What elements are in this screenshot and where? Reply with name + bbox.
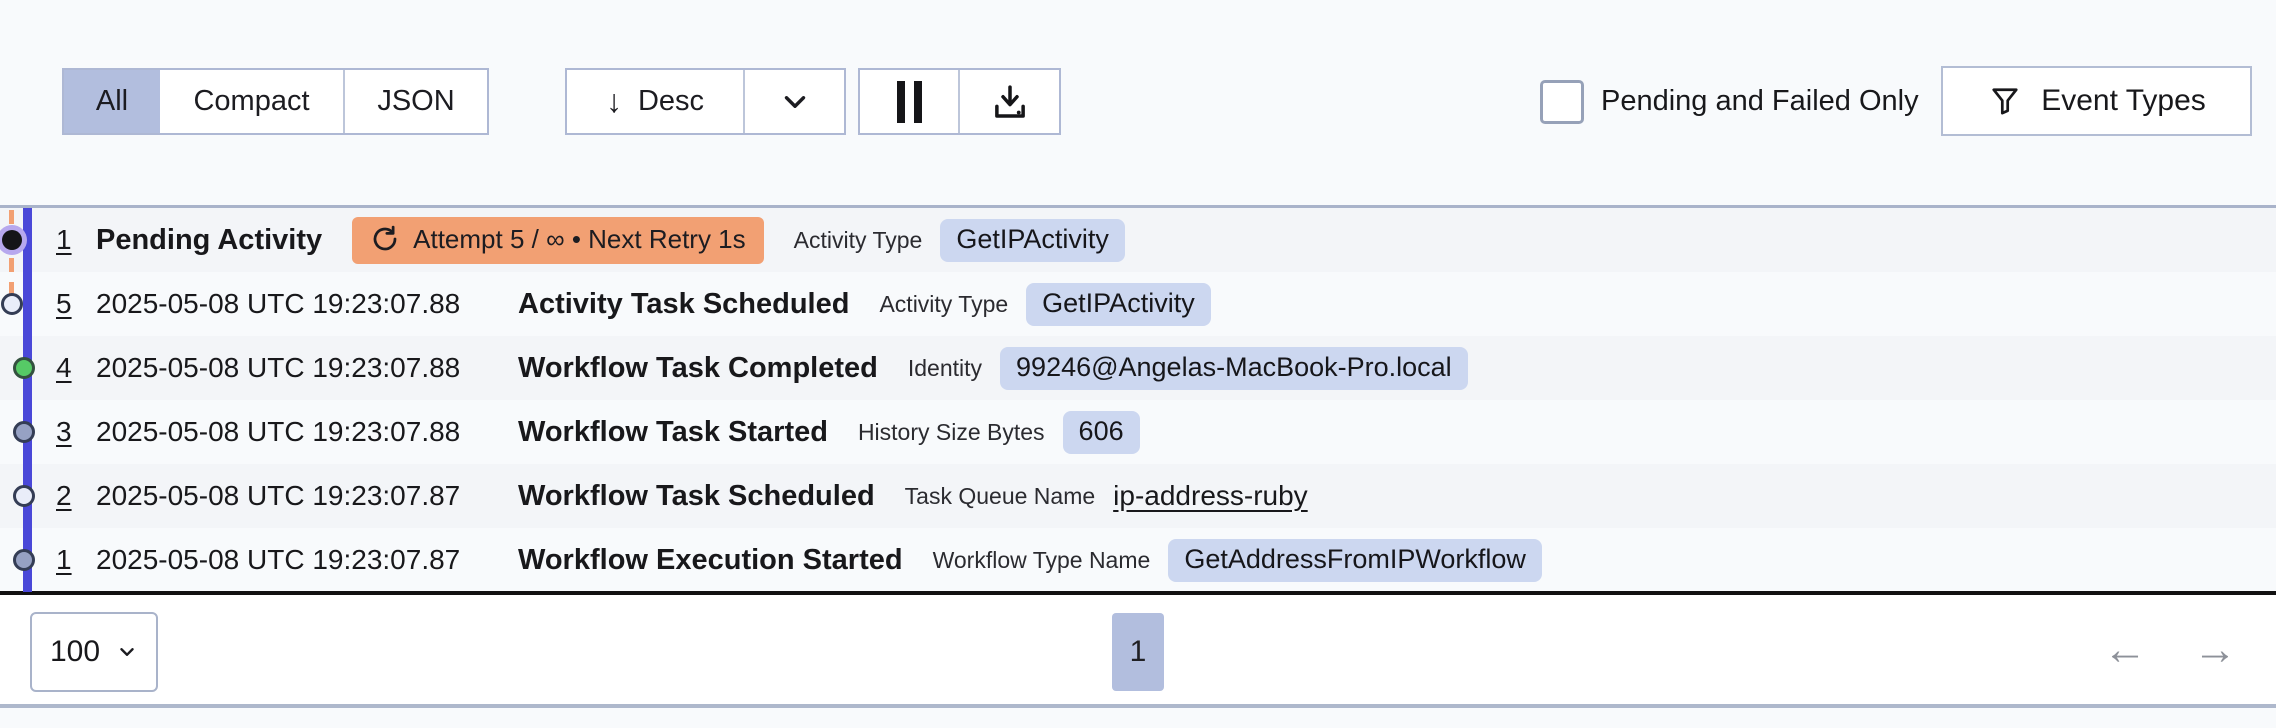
event-history-list: 1 Pending Activity Attempt 5 / ∞ • Next … [0, 208, 2276, 592]
sort-options-dropdown[interactable] [745, 70, 844, 133]
retry-attempt-text: Attempt 5 / ∞ • Next Retry 1s [413, 223, 746, 254]
event-time: 2025-05-08 UTC 19:23:07.87 [96, 480, 461, 511]
timeline-dot-pending [2, 230, 22, 250]
event-name: Workflow Task Completed [518, 351, 878, 384]
tab-json[interactable]: JSON [345, 70, 487, 133]
event-name: Pending Activity [96, 223, 323, 256]
sort-desc-button[interactable]: ↓ Desc [567, 70, 745, 133]
event-history-panel: All Compact JSON ↓ Desc Pending and Fail… [0, 0, 2276, 728]
page-background-strip [0, 708, 2276, 728]
event-name: Workflow Task Started [518, 415, 828, 448]
timeline-dot-started [13, 549, 35, 571]
funnel-icon [1992, 88, 2018, 115]
attribute-label: Task Queue Name [904, 482, 1096, 509]
page-size-value: 100 [49, 635, 101, 668]
attribute-value-badge: 606 [1062, 410, 1140, 454]
pending-failed-checkbox[interactable] [1540, 80, 1584, 124]
event-name: Activity Task Scheduled [518, 287, 850, 320]
event-row[interactable]: 2 2025-05-08 UTC 19:23:07.87 Workflow Ta… [0, 464, 2276, 528]
pause-icon [896, 80, 922, 123]
attribute-value-badge: GetAddressFromIPWorkflow [1168, 538, 1542, 582]
pause-button[interactable] [860, 70, 960, 133]
timeline-dot-scheduled [13, 485, 35, 507]
attribute-label: Activity Type [879, 290, 1009, 317]
event-time: 2025-05-08 UTC 19:23:07.88 [96, 416, 461, 447]
next-page-button[interactable]: → [2180, 595, 2250, 704]
retry-attempt-badge: Attempt 5 / ∞ • Next Retry 1s [352, 216, 764, 264]
attribute-label: Workflow Type Name [932, 546, 1151, 573]
attribute-value-badge: GetIPActivity [1026, 282, 1211, 326]
event-name: Workflow Task Scheduled [518, 479, 875, 512]
event-types-filter-button[interactable]: Event Types [1941, 66, 2252, 136]
timeline-dot-completed [13, 357, 35, 379]
event-time: 2025-05-08 UTC 19:23:07.88 [96, 288, 461, 319]
event-id-link[interactable]: 5 [56, 288, 82, 320]
event-id-link[interactable]: 2 [56, 480, 82, 512]
tab-all[interactable]: All [64, 70, 160, 133]
event-row[interactable]: 1 2025-05-08 UTC 19:23:07.87 Workflow Ex… [0, 528, 2276, 592]
chevron-down-icon [120, 648, 134, 656]
download-icon [994, 84, 1025, 118]
event-time: 2025-05-08 UTC 19:23:07.87 [96, 544, 461, 575]
previous-page-button[interactable]: ← [2090, 595, 2160, 704]
download-history-button[interactable] [960, 70, 1059, 133]
sort-order-group: ↓ Desc [565, 68, 846, 135]
event-id-link[interactable]: 1 [56, 224, 82, 256]
attribute-label: Identity [907, 354, 983, 381]
event-row[interactable]: 5 2025-05-08 UTC 19:23:07.88 Activity Ta… [0, 272, 2276, 336]
page-size-select[interactable]: 100 [30, 612, 158, 692]
event-time: 2025-05-08 UTC 19:23:07.88 [96, 352, 461, 383]
attribute-value-badge: 99246@Angelas-MacBook-Pro.local [1000, 346, 1468, 390]
event-id-link[interactable]: 4 [56, 352, 82, 384]
attribute-label: Activity Type [793, 226, 923, 253]
tab-compact[interactable]: Compact [160, 70, 345, 133]
pending-failed-label: Pending and Failed Only [1601, 85, 1919, 117]
attribute-label: History Size Bytes [857, 418, 1045, 445]
pagination-bar: 100 1 ← → [0, 595, 2276, 704]
event-id-link[interactable]: 1 [56, 544, 82, 576]
event-name: Workflow Execution Started [518, 543, 903, 576]
sort-label: Desc [637, 85, 705, 117]
attribute-value-badge: GetIPActivity [940, 218, 1125, 262]
view-mode-tabs: All Compact JSON [62, 68, 489, 135]
task-queue-link[interactable]: ip-address-ruby [1113, 480, 1308, 512]
event-row[interactable]: 4 2025-05-08 UTC 19:23:07.88 Workflow Ta… [0, 336, 2276, 400]
event-id-link[interactable]: 3 [56, 416, 82, 448]
page-number-button[interactable]: 1 [1112, 613, 1164, 691]
retry-icon [373, 225, 397, 251]
event-row-pending-activity[interactable]: 1 Pending Activity Attempt 5 / ∞ • Next … [0, 208, 2276, 272]
chevron-down-icon [784, 95, 805, 108]
event-row[interactable]: 3 2025-05-08 UTC 19:23:07.88 Workflow Ta… [0, 400, 2276, 464]
timeline-dot-started [13, 421, 35, 443]
timeline-dot-scheduled [1, 293, 23, 315]
timeline-line [23, 208, 32, 592]
arrow-down-icon: ↓ [605, 83, 622, 119]
stream-actions-group [858, 68, 1061, 135]
event-types-label: Event Types [2041, 84, 2206, 117]
